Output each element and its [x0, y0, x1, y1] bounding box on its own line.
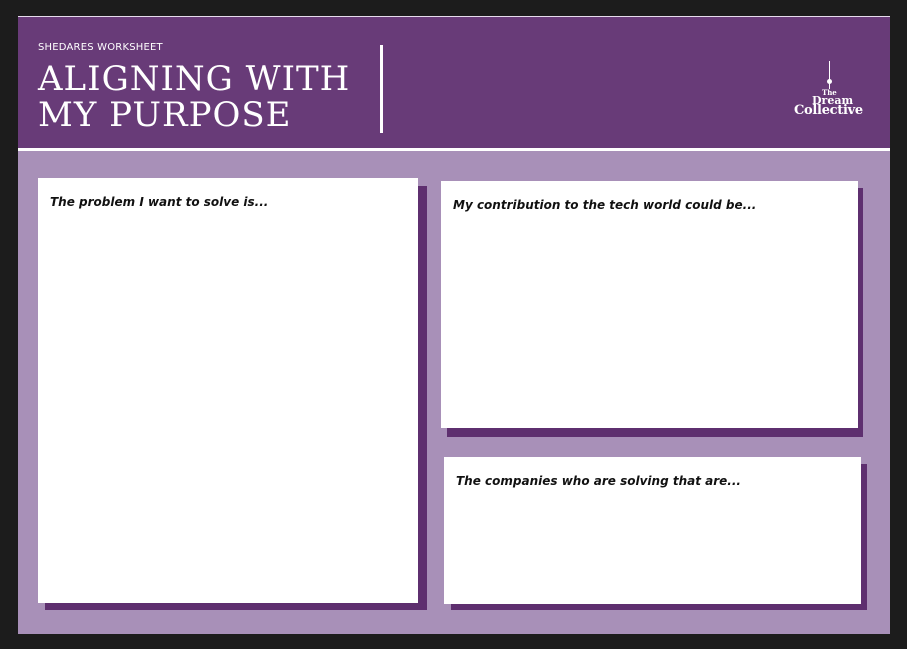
title-line-1: ALIGNING WITH — [38, 59, 351, 99]
dream-collective-logo: The Dream Collective — [792, 61, 864, 121]
companies-card[interactable]: The companies who are solving that are..… — [444, 457, 861, 604]
header-divider — [380, 45, 383, 133]
logo-word-collective: Collective — [794, 103, 863, 118]
title-line-2: MY PURPOSE — [38, 95, 292, 135]
worksheet-page: SHEDARES WORKSHEET ALIGNING WITH MY PURP… — [18, 16, 890, 634]
companies-prompt: The companies who are solving that are..… — [456, 474, 741, 488]
contribution-prompt: My contribution to the tech world could … — [453, 198, 757, 212]
problem-card[interactable]: The problem I want to solve is... — [38, 178, 418, 603]
logo-antenna-dot — [827, 79, 832, 84]
worksheet-title: ALIGNING WITH MY PURPOSE — [38, 61, 368, 133]
worksheet-header: SHEDARES WORKSHEET ALIGNING WITH MY PURP… — [18, 16, 890, 148]
contribution-card[interactable]: My contribution to the tech world could … — [441, 181, 858, 428]
problem-prompt: The problem I want to solve is... — [50, 195, 269, 209]
worksheet-label: SHEDARES WORKSHEET — [38, 42, 163, 53]
header-rule — [18, 148, 890, 151]
logo-antenna-icon — [829, 61, 830, 89]
